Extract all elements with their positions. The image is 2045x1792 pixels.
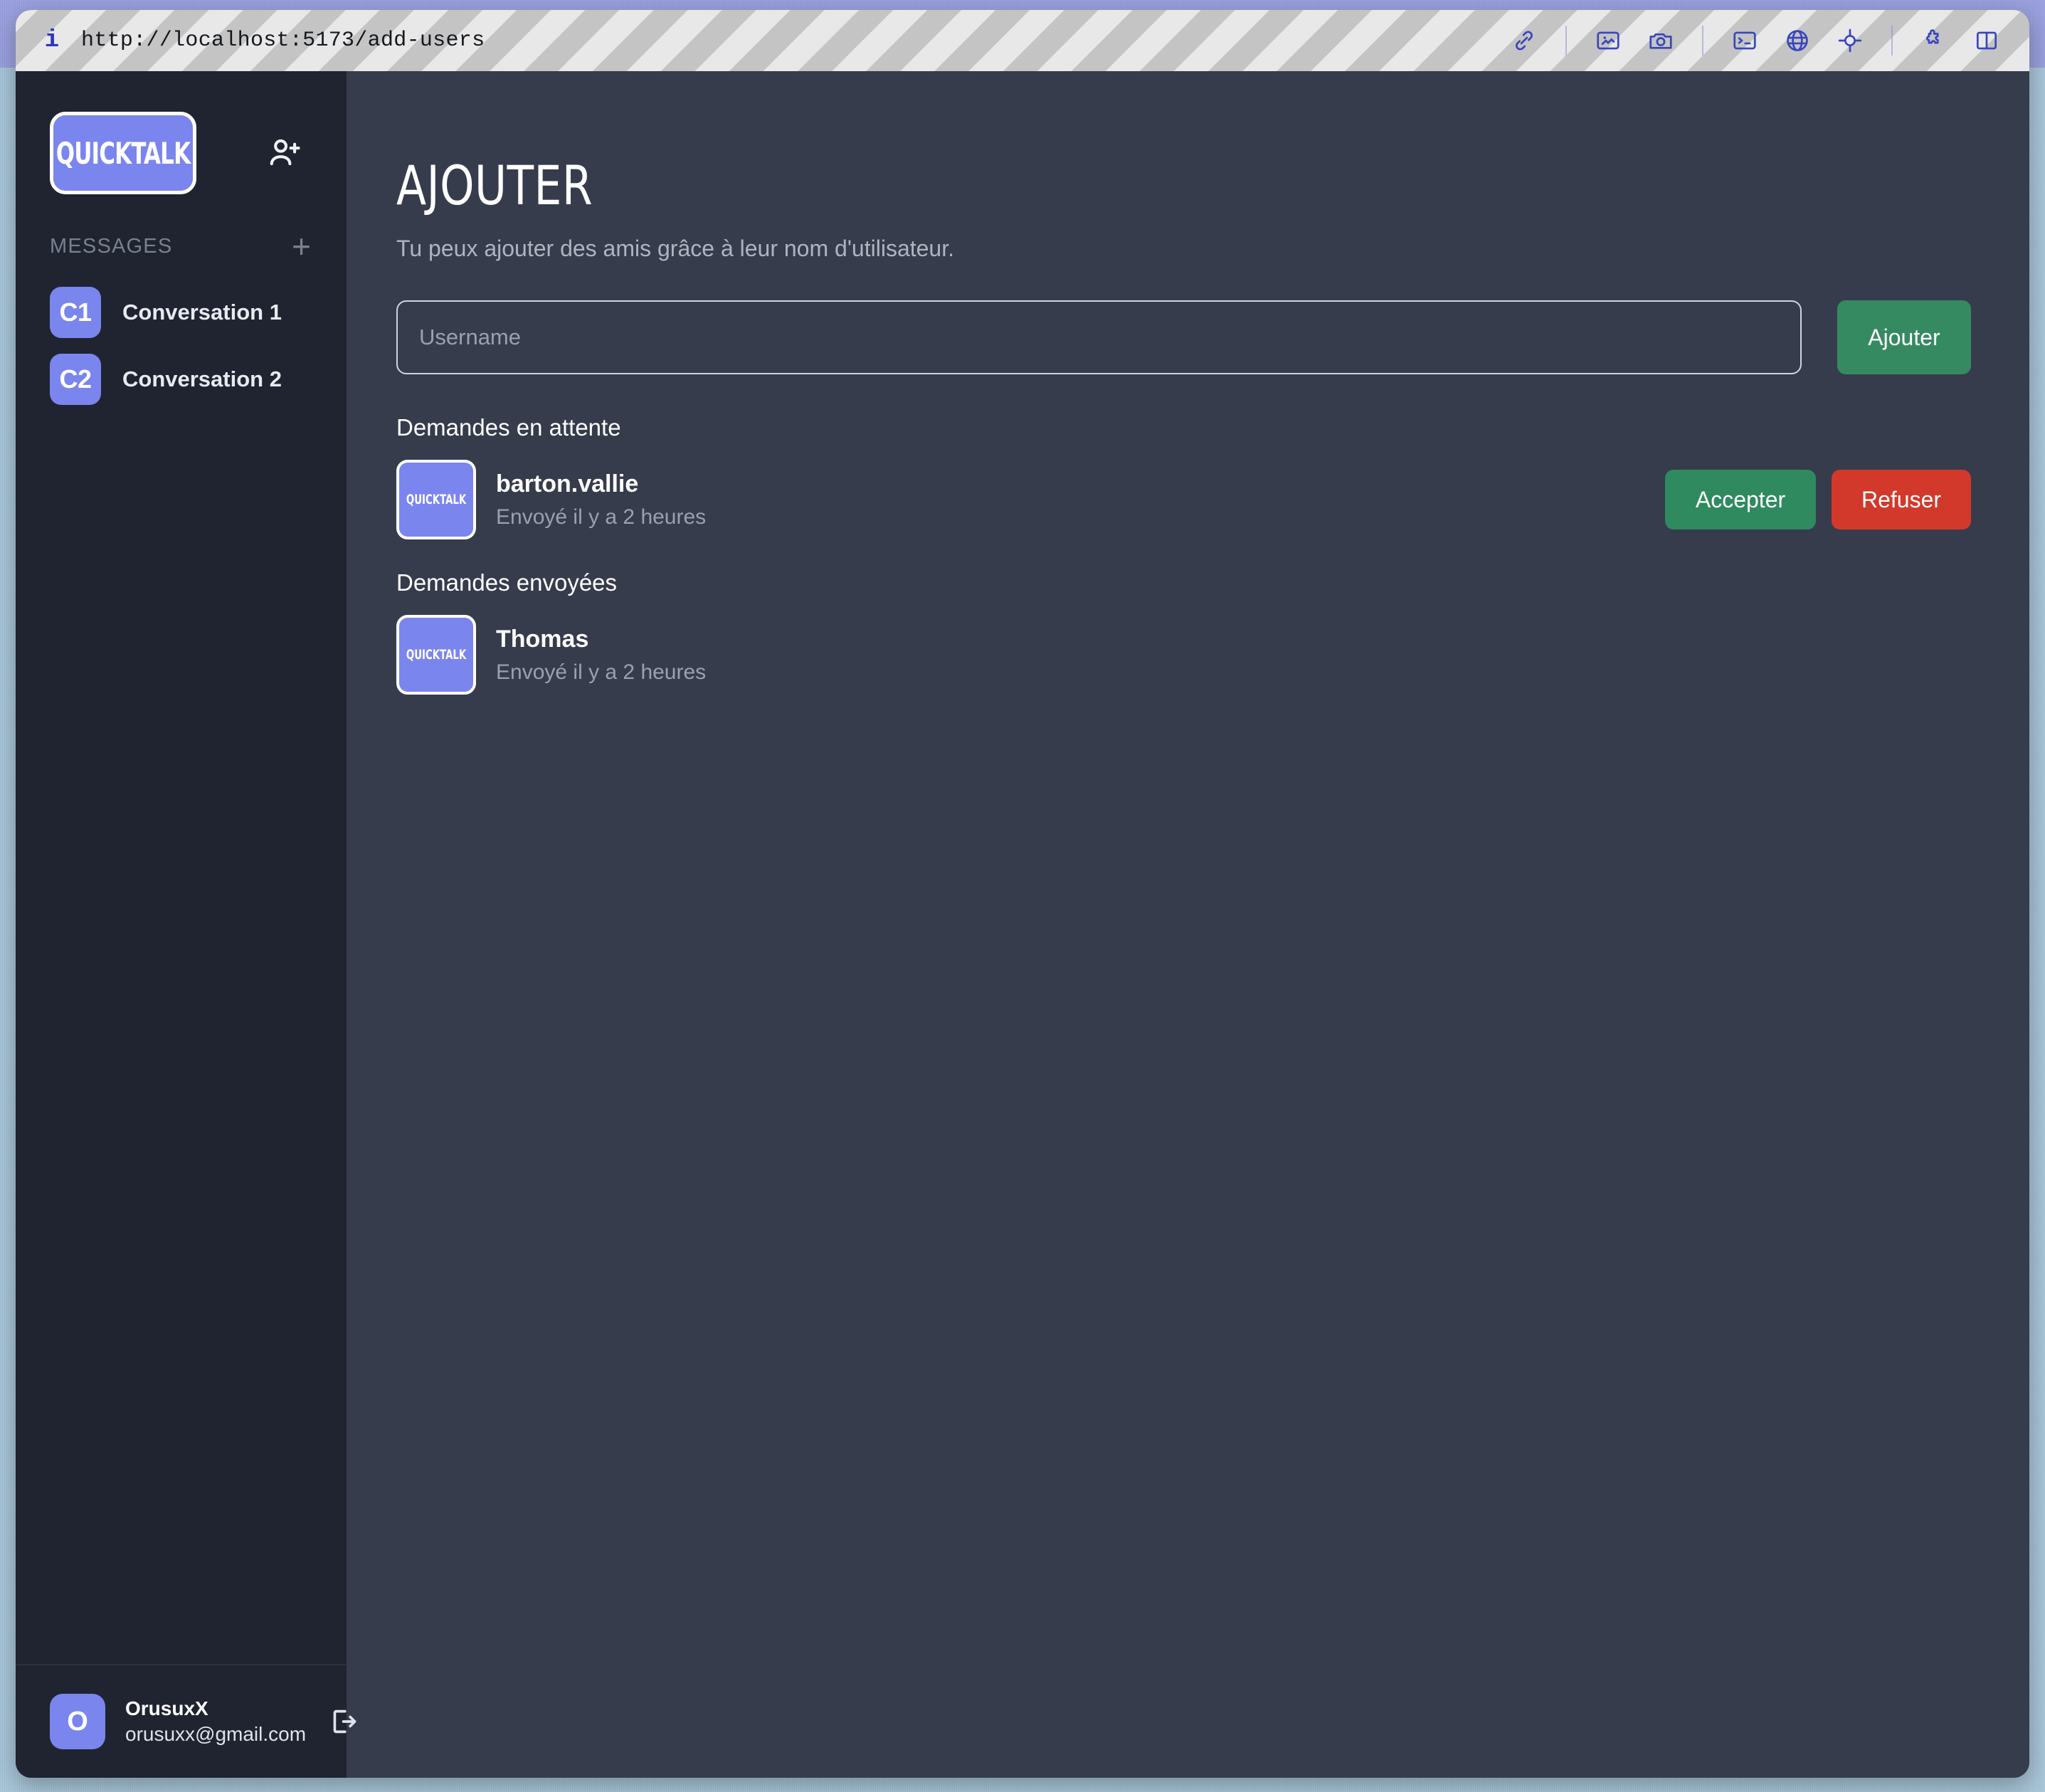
sidebar-item-conversation-2[interactable]: C2 Conversation 2 (50, 346, 328, 413)
conversation-label: Conversation 2 (122, 367, 282, 392)
url-text[interactable]: http://localhost:5173/add-users (81, 28, 485, 53)
app-logo[interactable]: QUICKTALK (50, 112, 196, 194)
avatar: O (50, 1694, 105, 1749)
sent-requests-title: Demandes envoyées (396, 569, 1971, 596)
main-content: AJOUTER Tu peux ajouter des amis grâce à… (347, 71, 2029, 1778)
request-meta: barton.vallie Envoyé il y a 2 heures (496, 470, 706, 529)
browser-toolbar: i http://localhost:5173/add-users (16, 10, 2029, 71)
user-name: OrusuxX (125, 1697, 306, 1720)
conversation-label: Conversation 1 (122, 300, 282, 325)
avatar: QUICKTALK (396, 460, 476, 539)
sidebar: QUICKTALK MESSAGES + C1 Conversation (16, 71, 347, 1778)
toolbar-icons (1506, 22, 2029, 59)
split-panel-icon[interactable] (1968, 22, 2005, 59)
puzzle-icon[interactable] (1915, 22, 1952, 59)
avatar: C1 (50, 287, 101, 338)
page-title: AJOUTER (396, 154, 1814, 217)
request-meta: Thomas Envoyé il y a 2 heures (496, 626, 706, 685)
sidebar-header: QUICKTALK (16, 71, 347, 206)
add-user-form: Ajouter (396, 300, 1971, 374)
toolbar-separator (1702, 26, 1703, 56)
browser-window: i http://localhost:5173/add-users (16, 10, 2029, 1778)
avatar-label: QUICKTALK (406, 647, 466, 663)
user-email: orusuxx@gmail.com (125, 1723, 306, 1746)
sidebar-item-conversation-1[interactable]: C1 Conversation 1 (50, 279, 328, 346)
toolbar-separator (1565, 26, 1567, 56)
refuse-button[interactable]: Refuser (1832, 470, 1971, 529)
user-profile[interactable]: O OrusuxX orusuxx@gmail.com (16, 1664, 347, 1778)
app-root: QUICKTALK MESSAGES + C1 Conversation (16, 71, 2029, 1778)
search-input[interactable] (396, 300, 1802, 374)
request-timestamp: Envoyé il y a 2 heures (496, 660, 706, 685)
conversation-list: C1 Conversation 1 C2 Conversation 2 (16, 272, 347, 413)
plus-icon[interactable]: + (292, 236, 311, 257)
request-actions: Accepter Refuser (1665, 470, 1971, 529)
target-icon[interactable] (1832, 22, 1869, 59)
camera-icon[interactable] (1642, 22, 1679, 59)
add-user-button[interactable]: Ajouter (1837, 300, 1971, 374)
user-meta: OrusuxX orusuxx@gmail.com (125, 1697, 306, 1746)
link-icon[interactable] (1506, 22, 1543, 59)
pending-requests-title: Demandes en attente (396, 414, 1971, 441)
globe-icon[interactable] (1779, 22, 1816, 59)
avatar: QUICKTALK (396, 615, 476, 695)
person-add-icon[interactable] (261, 130, 308, 176)
sidebar-section-label: MESSAGES (50, 235, 172, 258)
sidebar-section-messages: MESSAGES + (16, 221, 347, 272)
accept-button[interactable]: Accepter (1665, 470, 1816, 529)
avatar: C2 (50, 354, 101, 405)
toolbar-separator (1891, 26, 1893, 56)
request-timestamp: Envoyé il y a 2 heures (496, 505, 706, 529)
app-logo-label: QUICKTALK (56, 136, 191, 171)
info-icon: i (43, 30, 61, 51)
avatar-label: QUICKTALK (406, 492, 466, 507)
request-username: Thomas (496, 626, 706, 653)
pending-request-row: QUICKTALK barton.vallie Envoyé il y a 2 … (396, 460, 1971, 539)
logout-icon[interactable] (326, 1701, 359, 1742)
page-subtitle: Tu peux ajouter des amis grâce à leur no… (396, 236, 1971, 262)
image-icon[interactable] (1590, 22, 1627, 59)
sidebar-spacer (16, 413, 347, 1664)
sent-request-row: QUICKTALK Thomas Envoyé il y a 2 heures (396, 615, 1971, 695)
terminal-icon[interactable] (1726, 22, 1763, 59)
request-username: barton.vallie (496, 470, 706, 498)
url-area[interactable]: i http://localhost:5173/add-users (16, 28, 485, 53)
